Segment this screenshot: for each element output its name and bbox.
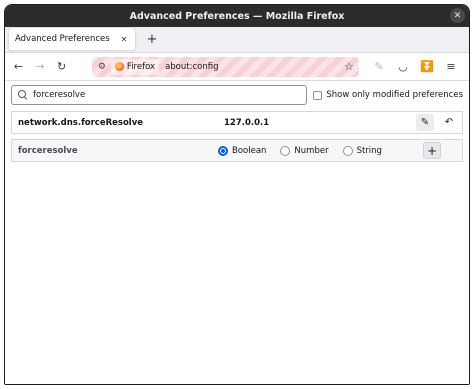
new-pref-name: forceresolve xyxy=(18,145,78,156)
bookmark-star-icon[interactable]: ☆ xyxy=(342,60,356,73)
navigation-toolbar: ← → ↻ ⚙ Firefox about:config ☆ ✎ ◡ ⏬ ≡ xyxy=(5,53,469,81)
reload-button[interactable]: ↻ xyxy=(52,57,71,77)
tab-strip: Advanced Preferences ✕ + xyxy=(5,27,469,53)
show-modified-label: Show only modified preferences xyxy=(326,90,463,100)
identity-box[interactable]: Firefox xyxy=(110,58,160,75)
pref-row: network.dns.forceResolve 127.0.0.1 ✎ ↶ xyxy=(11,111,463,134)
boolean-label: Boolean xyxy=(232,145,267,156)
about-config-page: forceresolve Show only modified preferen… xyxy=(5,82,469,384)
title-bar: Advanced Preferences — Mozilla Firefox ✕ xyxy=(5,5,469,27)
search-row: forceresolve Show only modified preferen… xyxy=(11,85,463,105)
pocket-icon[interactable]: ◡ xyxy=(393,57,413,77)
type-option-number[interactable]: Number xyxy=(280,145,329,156)
firefox-window: Advanced Preferences — Mozilla Firefox ✕… xyxy=(4,4,470,385)
identity-label: Firefox xyxy=(126,61,156,72)
remote-control-robot-icon: ⚙ xyxy=(97,61,106,72)
window-close-button[interactable]: ✕ xyxy=(450,8,465,23)
search-icon xyxy=(17,89,29,101)
type-option-boolean[interactable]: Boolean xyxy=(218,145,267,156)
url-bar[interactable]: ⚙ Firefox about:config ☆ xyxy=(91,56,359,77)
search-value: forceresolve xyxy=(33,90,86,100)
pref-name: network.dns.forceResolve xyxy=(18,117,144,128)
edit-pencil-icon[interactable]: ✎ xyxy=(416,114,434,131)
toolbar-right: ✎ ◡ ⏬ ≡ xyxy=(369,57,465,77)
type-radio-group: Boolean Number String xyxy=(218,145,396,156)
show-modified-checkbox[interactable] xyxy=(313,90,323,100)
boolean-radio[interactable] xyxy=(218,145,228,156)
add-pref-button[interactable]: + xyxy=(423,142,441,159)
tab-title: Advanced Preferences xyxy=(15,34,110,44)
tab-advanced-preferences[interactable]: Advanced Preferences ✕ xyxy=(9,28,135,50)
back-button[interactable]: ← xyxy=(9,57,28,77)
string-label: String xyxy=(356,145,382,156)
menu-icon[interactable]: ≡ xyxy=(441,57,461,77)
downloads-icon[interactable]: ⏬ xyxy=(417,57,437,77)
new-tab-button[interactable]: + xyxy=(141,28,163,50)
search-input[interactable]: forceresolve xyxy=(11,85,308,105)
reset-undo-icon[interactable]: ↶ xyxy=(440,114,458,131)
extension-icon[interactable]: ✎ xyxy=(369,57,389,77)
forward-button[interactable]: → xyxy=(31,57,50,77)
number-label: Number xyxy=(294,145,329,156)
type-option-string[interactable]: String xyxy=(342,145,382,156)
tab-close-icon[interactable]: ✕ xyxy=(119,35,129,44)
firefox-logo-icon xyxy=(114,62,124,71)
pref-value: 127.0.0.1 xyxy=(224,117,270,128)
close-icon: ✕ xyxy=(453,10,462,21)
window-title: Advanced Preferences — Mozilla Firefox xyxy=(129,10,345,22)
string-radio[interactable] xyxy=(342,145,353,156)
number-radio[interactable] xyxy=(280,145,291,156)
url-text[interactable]: about:config xyxy=(165,62,342,72)
new-pref-row: forceresolve Boolean Number String + xyxy=(11,139,463,162)
show-modified-filter[interactable]: Show only modified preferences xyxy=(313,90,463,100)
